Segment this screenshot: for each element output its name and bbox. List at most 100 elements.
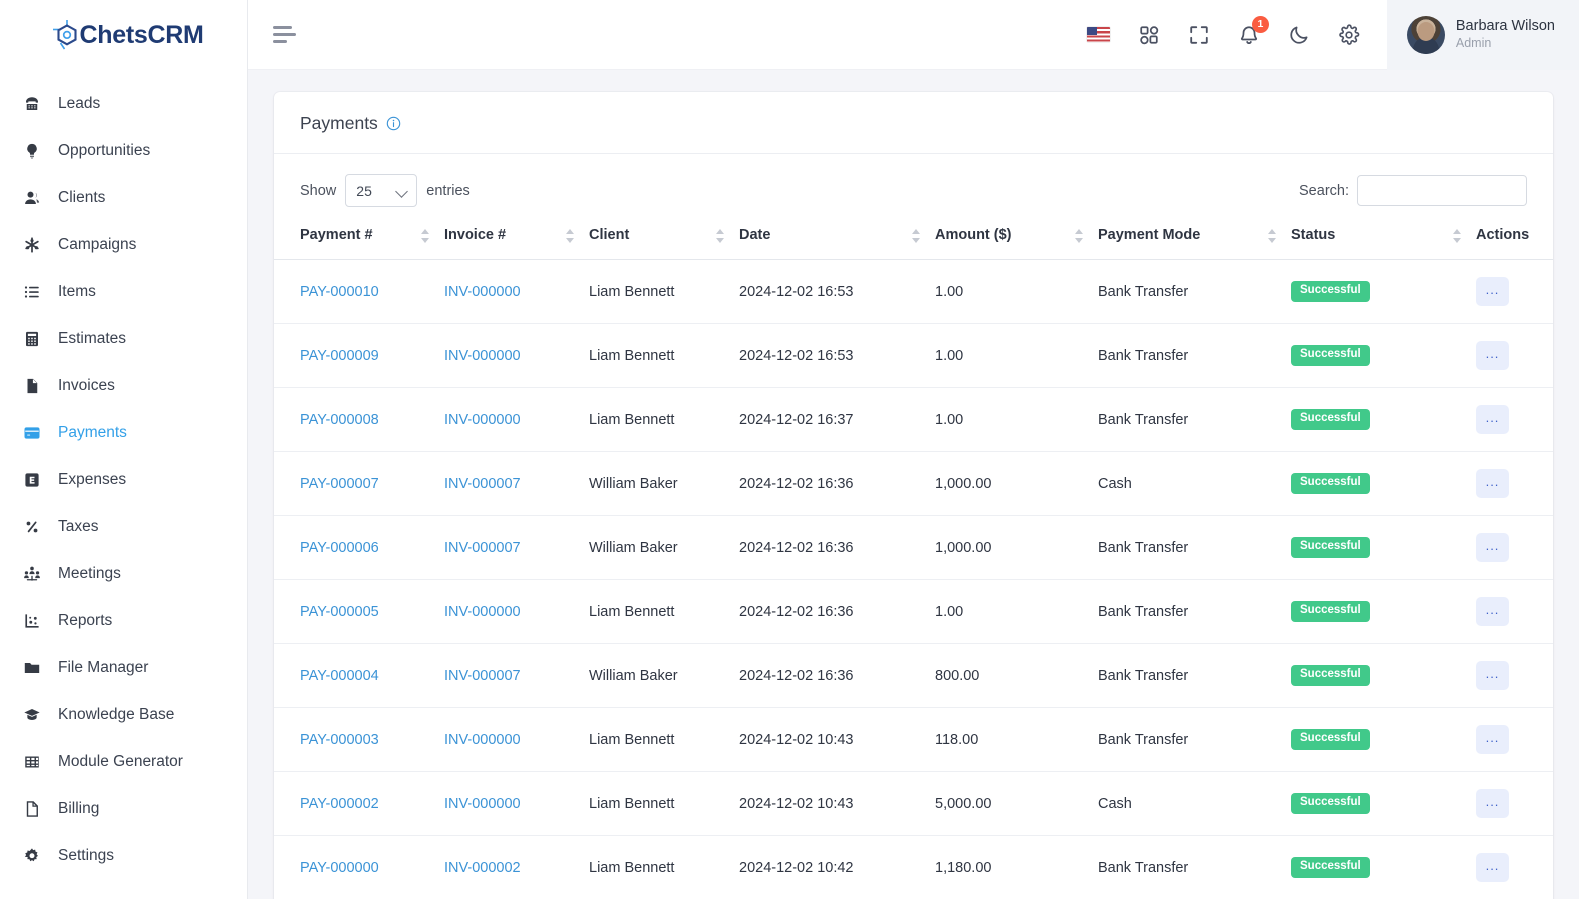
cell-client: Liam Bennett (589, 771, 739, 836)
column-header-status[interactable]: Status (1291, 213, 1476, 260)
column-header-payment-mode[interactable]: Payment Mode (1098, 213, 1291, 260)
cell-amount: 800.00 (935, 643, 1098, 708)
settings-gear-icon[interactable] (1337, 23, 1361, 47)
column-label: Invoice # (444, 227, 507, 243)
table-row: PAY-000000 INV-000002 Liam Bennett 2024-12-… (274, 835, 1553, 899)
sidebar-item-billing[interactable]: Billing (0, 785, 247, 832)
notification-bell-icon[interactable]: 1 (1237, 15, 1269, 47)
sidebar-item-estimates[interactable]: Estimates (0, 315, 247, 362)
invoice-link[interactable]: INV-000007 (444, 476, 521, 492)
lightbulb-icon (22, 141, 42, 161)
column-header-payment[interactable]: Payment # (274, 213, 444, 260)
sort-indicator-icon (1075, 229, 1084, 243)
cell-amount: 1.00 (935, 579, 1098, 644)
sidebar-item-label: Estimates (58, 329, 127, 347)
payment-link[interactable]: PAY-000010 (300, 284, 379, 300)
column-header-invoice[interactable]: Invoice # (444, 213, 589, 260)
cell-actions: ... (1476, 579, 1553, 644)
sidebar-item-leads[interactable]: Leads (0, 80, 247, 127)
language-flag-us-icon[interactable] (1087, 23, 1111, 47)
row-actions-button[interactable]: ... (1476, 661, 1509, 690)
sidebar-item-payments[interactable]: Payments (0, 409, 247, 456)
column-header-client[interactable]: Client (589, 213, 739, 260)
row-actions-button[interactable]: ... (1476, 725, 1509, 754)
invoice-link[interactable]: INV-000000 (444, 348, 521, 364)
page-length-select[interactable]: 10 25 50 100 (345, 174, 418, 207)
invoice-link[interactable]: INV-000000 (444, 796, 521, 812)
status-badge: Successful (1291, 793, 1370, 814)
table-row: PAY-000002 INV-000000 Liam Bennett 2024-12-… (274, 771, 1553, 836)
sidebar-item-settings[interactable]: Settings (0, 832, 247, 879)
status-badge: Successful (1291, 345, 1370, 366)
invoice-link[interactable]: INV-000007 (444, 668, 521, 684)
info-circle-icon[interactable] (386, 116, 401, 131)
payment-link[interactable]: PAY-000003 (300, 732, 379, 748)
cell-invoice: INV-000000 (444, 259, 589, 324)
row-actions-button[interactable]: ... (1476, 469, 1509, 498)
row-actions-button[interactable]: ... (1476, 277, 1509, 306)
cell-payment-mode: Bank Transfer (1098, 387, 1291, 452)
fullscreen-icon[interactable] (1187, 23, 1211, 47)
sidebar-item-reports[interactable]: Reports (0, 597, 247, 644)
invoice-link[interactable]: INV-000000 (444, 284, 521, 300)
column-header-amount[interactable]: Amount ($) (935, 213, 1098, 260)
sidebar-item-items[interactable]: Items (0, 268, 247, 315)
invoice-link[interactable]: INV-000007 (444, 540, 521, 556)
dark-mode-moon-icon[interactable] (1287, 23, 1311, 47)
cell-status: Successful (1291, 835, 1476, 899)
invoice-link[interactable]: INV-000002 (444, 860, 521, 876)
document-icon (22, 376, 42, 396)
cell-amount: 1,180.00 (935, 835, 1098, 899)
payment-link[interactable]: PAY-000000 (300, 860, 379, 876)
payment-link[interactable]: PAY-000002 (300, 796, 379, 812)
row-actions-button[interactable]: ... (1476, 853, 1509, 882)
cell-amount: 1.00 (935, 259, 1098, 324)
invoice-link[interactable]: INV-000000 (444, 732, 521, 748)
sidebar-item-meetings[interactable]: Meetings (0, 550, 247, 597)
payment-link[interactable]: PAY-000007 (300, 476, 379, 492)
cell-client: Liam Bennett (589, 387, 739, 452)
row-actions-button[interactable]: ... (1476, 405, 1509, 434)
sidebar-item-taxes[interactable]: Taxes (0, 503, 247, 550)
search-input[interactable] (1357, 175, 1527, 206)
row-actions-button[interactable]: ... (1476, 341, 1509, 370)
brand-logo[interactable]: ChetsCRM (0, 0, 247, 70)
list-icon (22, 282, 42, 302)
payment-link[interactable]: PAY-000004 (300, 668, 379, 684)
sidebar-item-label: Billing (58, 799, 100, 817)
payment-link[interactable]: PAY-000005 (300, 604, 379, 620)
column-label: Client (589, 227, 630, 243)
cell-status: Successful (1291, 643, 1476, 708)
hamburger-menu-icon[interactable] (273, 22, 299, 48)
sidebar-item-file-manager[interactable]: File Manager (0, 644, 247, 691)
payment-link[interactable]: PAY-000009 (300, 348, 379, 364)
sidebar-item-opportunities[interactable]: Opportunities (0, 127, 247, 174)
cell-amount: 1,000.00 (935, 515, 1098, 580)
user-profile-menu[interactable]: Barbara Wilson Admin (1386, 0, 1579, 70)
payment-link[interactable]: PAY-000006 (300, 540, 379, 556)
invoice-link[interactable]: INV-000000 (444, 604, 521, 620)
row-actions-button[interactable]: ... (1476, 789, 1509, 818)
cell-invoice: INV-000000 (444, 707, 589, 772)
sidebar-item-module-generator[interactable]: Module Generator (0, 738, 247, 785)
cell-date: 2024-12-02 16:53 (739, 259, 935, 324)
sidebar-item-campaigns[interactable]: Campaigns (0, 221, 247, 268)
sidebar-item-label: Leads (58, 94, 101, 112)
apps-grid-icon[interactable] (1137, 23, 1161, 47)
cell-payment-mode: Bank Transfer (1098, 707, 1291, 772)
cell-payment-mode: Cash (1098, 771, 1291, 836)
row-actions-button[interactable]: ... (1476, 533, 1509, 562)
sidebar-item-knowledge-base[interactable]: Knowledge Base (0, 691, 247, 738)
sidebar-item-label: Campaigns (58, 235, 137, 253)
cell-status: Successful (1291, 451, 1476, 516)
cell-amount: 118.00 (935, 707, 1098, 772)
credit-card-icon (22, 423, 42, 443)
sidebar-item-clients[interactable]: Clients (0, 174, 247, 221)
sidebar-item-invoices[interactable]: Invoices (0, 362, 247, 409)
column-header-date[interactable]: Date (739, 213, 935, 260)
row-actions-button[interactable]: ... (1476, 597, 1509, 626)
cell-client: Liam Bennett (589, 835, 739, 899)
sidebar-item-expenses[interactable]: Expenses (0, 456, 247, 503)
payment-link[interactable]: PAY-000008 (300, 412, 379, 428)
invoice-link[interactable]: INV-000000 (444, 412, 521, 428)
